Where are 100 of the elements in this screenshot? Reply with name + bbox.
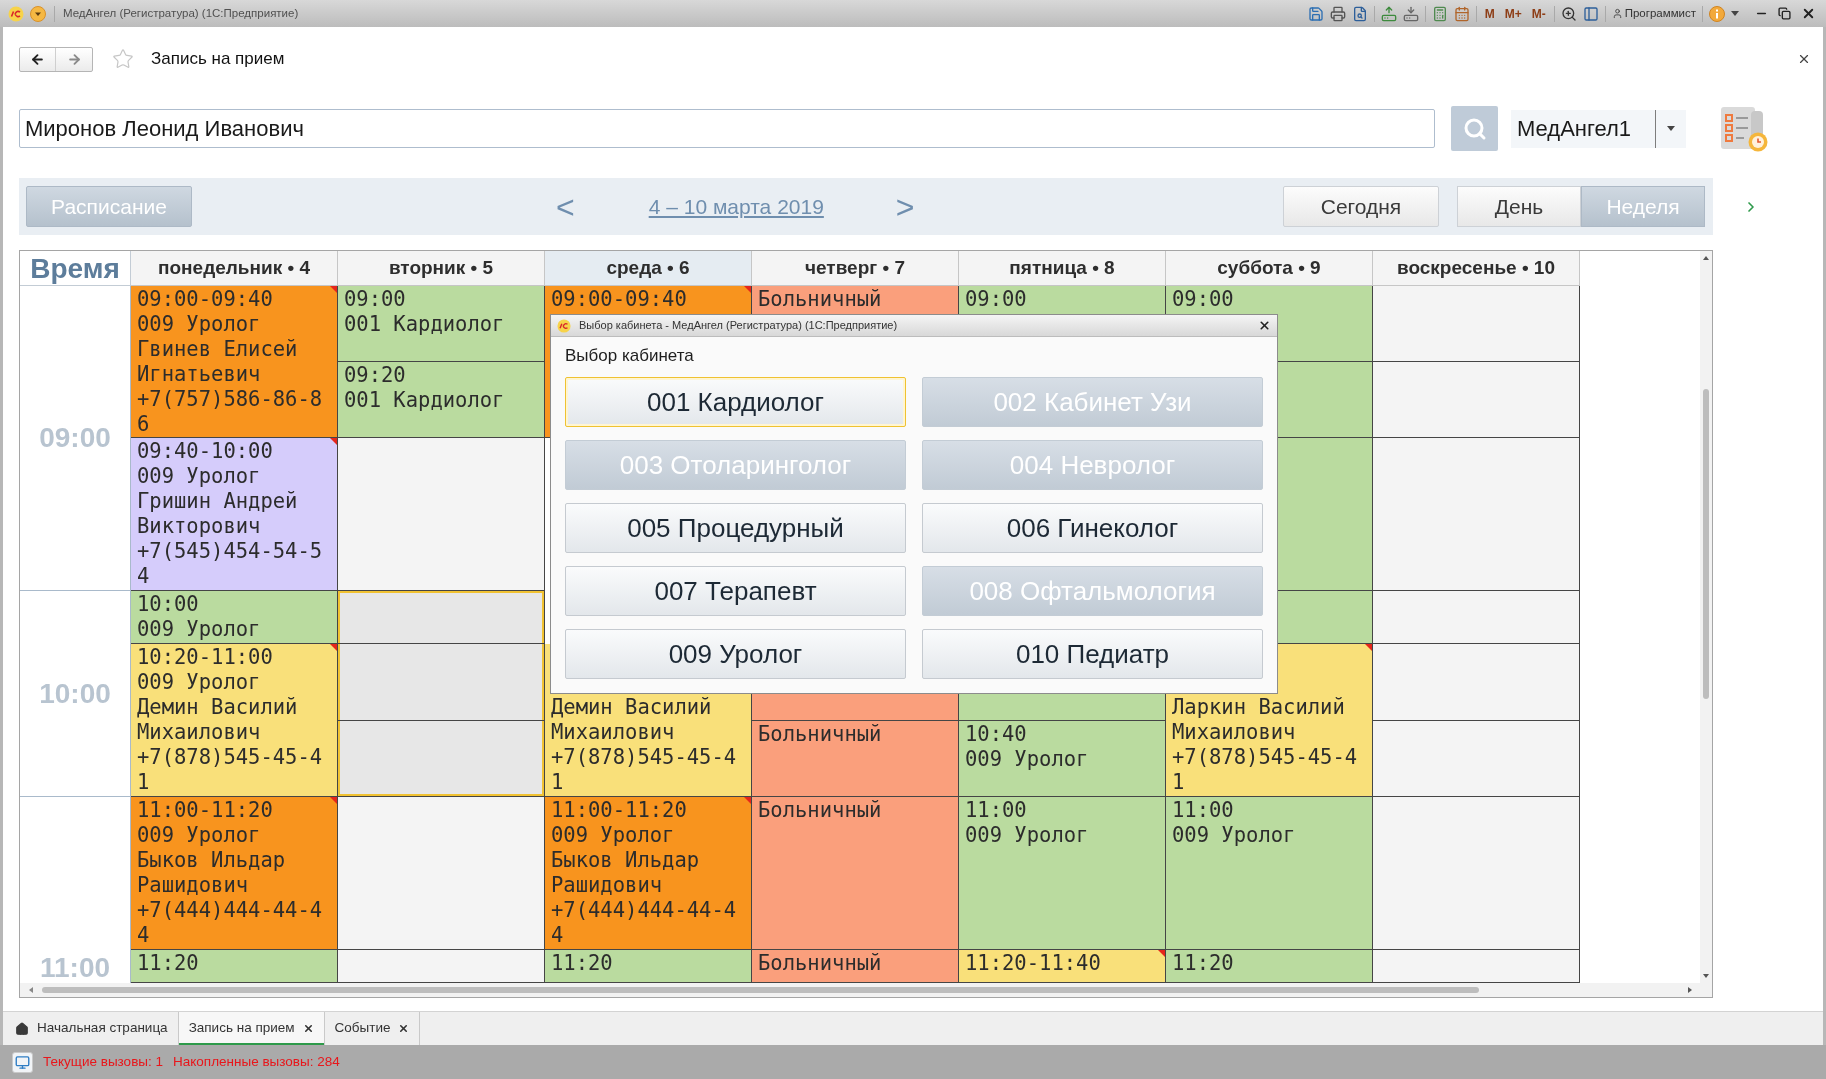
close-icon[interactable] [1797, 52, 1811, 66]
room-button[interactable]: 006 Гинеколог [922, 503, 1263, 553]
room-button[interactable]: 010 Педиатр [922, 629, 1263, 679]
appointment-time: 11:20 [137, 951, 199, 976]
appointment-cell[interactable]: 10:40 009 Уролог [959, 721, 1166, 797]
scroll-up-icon[interactable] [1703, 256, 1709, 260]
memory-button[interactable]: M [1482, 7, 1497, 20]
schedule-list-icon[interactable] [1718, 104, 1770, 153]
tab[interactable]: Запись на прием [178, 1012, 325, 1045]
star-icon[interactable] [112, 48, 134, 70]
appointment-time: 11:00 [965, 798, 1027, 823]
appointment-time: 09:20 [344, 363, 406, 388]
room-name: 009 Уролог [551, 823, 675, 848]
appointment-cell[interactable]: 11:20 [131, 950, 338, 983]
print-icon[interactable] [1329, 5, 1346, 22]
patient-name: Быков Ильдар Рашидович [137, 848, 287, 898]
appointment-cell[interactable]: 09:00-09:40 009 Уролог Гвинев Елисей Игнатьевич +7(757)586-86-86 [131, 286, 338, 438]
scroll-left-icon[interactable] [29, 987, 33, 993]
home-icon [15, 1021, 29, 1036]
room-name: 009 Уролог [137, 670, 261, 695]
close-icon[interactable] [1801, 6, 1816, 21]
memory-button[interactable]: M- [1529, 7, 1548, 20]
status-label: Больничный [758, 798, 882, 823]
form-title: Запись на прием [151, 48, 285, 71]
calendar-icon[interactable] [1453, 5, 1470, 22]
user-name[interactable]: Программист [1624, 4, 1696, 23]
room-name: 009 Уролог [137, 464, 261, 489]
arrow-right-icon [66, 51, 82, 67]
room-name: 009 Уролог [137, 312, 261, 337]
horizontal-scrollbar[interactable] [20, 983, 1712, 997]
appointment-cell[interactable]: 10:00 009 Уролог [131, 591, 338, 644]
appointment-cell[interactable]: Больничный [752, 797, 959, 950]
memory-button[interactable]: M+ [1502, 7, 1524, 20]
status-label: Больничный [758, 951, 882, 976]
patient-name: Демин Василий Михаилович [137, 695, 299, 745]
app-logo-icon[interactable] [8, 5, 24, 22]
appointment-cell[interactable]: Больничный [752, 721, 959, 797]
database-select[interactable]: МедАнгел1 [1511, 109, 1686, 148]
appointment-cell[interactable]: 09:40-10:00 009 Уролог Гришин Андрей Викторович +7(545)454-54-54 [131, 438, 338, 591]
day-header: воскресенье • 10 [1373, 251, 1580, 286]
room-button[interactable]: 009 Уролог [565, 629, 906, 679]
calculator-icon[interactable] [1431, 5, 1448, 22]
status-text: Текущие вызовы: 1 [43, 1052, 164, 1071]
save-icon[interactable] [1307, 5, 1324, 22]
window-title: МедАнгел (Регистратура) (1С:Предприятие) [63, 5, 299, 21]
info-icon[interactable] [1709, 5, 1725, 22]
app-logo-icon [557, 318, 571, 333]
computer-icon[interactable] [12, 1051, 33, 1073]
appointment-cell[interactable]: 10:20-11:00 009 Уролог Демин Василий Михаилович +7(878)545-45-41 [131, 644, 338, 797]
upload-icon[interactable] [1380, 5, 1397, 22]
download-icon[interactable] [1402, 5, 1419, 22]
close-icon[interactable] [398, 1023, 410, 1034]
appointment-time: 11:00-11:20 [137, 798, 273, 823]
close-icon[interactable] [302, 1023, 314, 1034]
caret-icon[interactable] [1731, 11, 1739, 16]
scrollbar-thumb[interactable] [1703, 389, 1709, 699]
day-header: вторник • 5 [338, 251, 545, 286]
phone-number: +7(878)545-45-41 [137, 745, 324, 795]
scroll-down-icon[interactable] [1703, 974, 1709, 978]
appointment-cell[interactable]: Больничный [752, 950, 959, 983]
day-header: понедельник • 4 [131, 251, 338, 286]
close-icon[interactable] [1258, 319, 1271, 332]
appointment-time: 09:00-09:40 [551, 287, 687, 312]
phone-number: +7(878)545-45-41 [1172, 745, 1359, 795]
user-icon [1611, 8, 1623, 19]
appointment-cell[interactable]: 11:00 009 Уролог [959, 797, 1166, 950]
vertical-scrollbar[interactable] [1700, 251, 1712, 983]
appointment-cell[interactable]: 11:00 009 Уролог [1166, 797, 1373, 950]
menu-dropdown-icon[interactable] [30, 5, 46, 22]
phone-number: +7(444)444-44-44 [551, 898, 738, 948]
appointment-time: 10:20-11:00 [137, 645, 273, 670]
time-header: Время [30, 253, 120, 285]
zoom-in-icon[interactable] [1560, 5, 1577, 22]
appointment-time: 11:00-11:20 [551, 798, 687, 823]
view-toggle[interactable]: День [1457, 186, 1581, 227]
phone-number: +7(545)454-54-54 [137, 539, 324, 589]
time-label: 11:00 [39, 953, 111, 983]
appointment-cell[interactable]: 11:20 [1166, 950, 1373, 983]
appointment-time: 09:00-09:40 [137, 287, 273, 312]
document-search-icon[interactable] [1351, 5, 1368, 22]
caret-icon[interactable] [1667, 126, 1675, 131]
appointment-time: 10:00 [137, 592, 199, 617]
room-button[interactable]: 005 Процедурный [565, 503, 906, 553]
room-name: 009 Уролог [965, 747, 1089, 772]
room-button[interactable]: 001 Кардиолог [565, 377, 906, 427]
status-label: Больничный [758, 287, 882, 312]
scrollbar-thumb[interactable] [42, 987, 1479, 993]
restore-icon[interactable] [1778, 7, 1791, 20]
appointment-cell[interactable]: 09:20 001 Кардиолог [338, 362, 545, 438]
panel-icon[interactable] [1582, 5, 1599, 22]
appointment-time: 11:00 [1172, 798, 1234, 823]
room-button[interactable]: 007 Терапевт [565, 566, 906, 616]
appointment-cell[interactable]: 11:20 [545, 950, 752, 983]
scroll-right-icon[interactable] [1688, 987, 1692, 993]
appointment-cell[interactable]: 11:00-11:20 009 Уролог Быков Ильдар Рашидович +7(444)444-44-44 [131, 797, 338, 950]
appointment-cell[interactable]: 11:20-11:40 [959, 950, 1166, 983]
appointment-cell[interactable]: 11:00-11:20 009 Уролог Быков Ильдар Рашидович +7(444)444-44-44 [545, 797, 752, 950]
appointment-cell[interactable]: 09:00 001 Кардиолог [338, 286, 545, 362]
search-field[interactable]: Миронов Леонид Иванович [19, 109, 1435, 148]
today-button[interactable]: Сегодня [1283, 186, 1439, 227]
